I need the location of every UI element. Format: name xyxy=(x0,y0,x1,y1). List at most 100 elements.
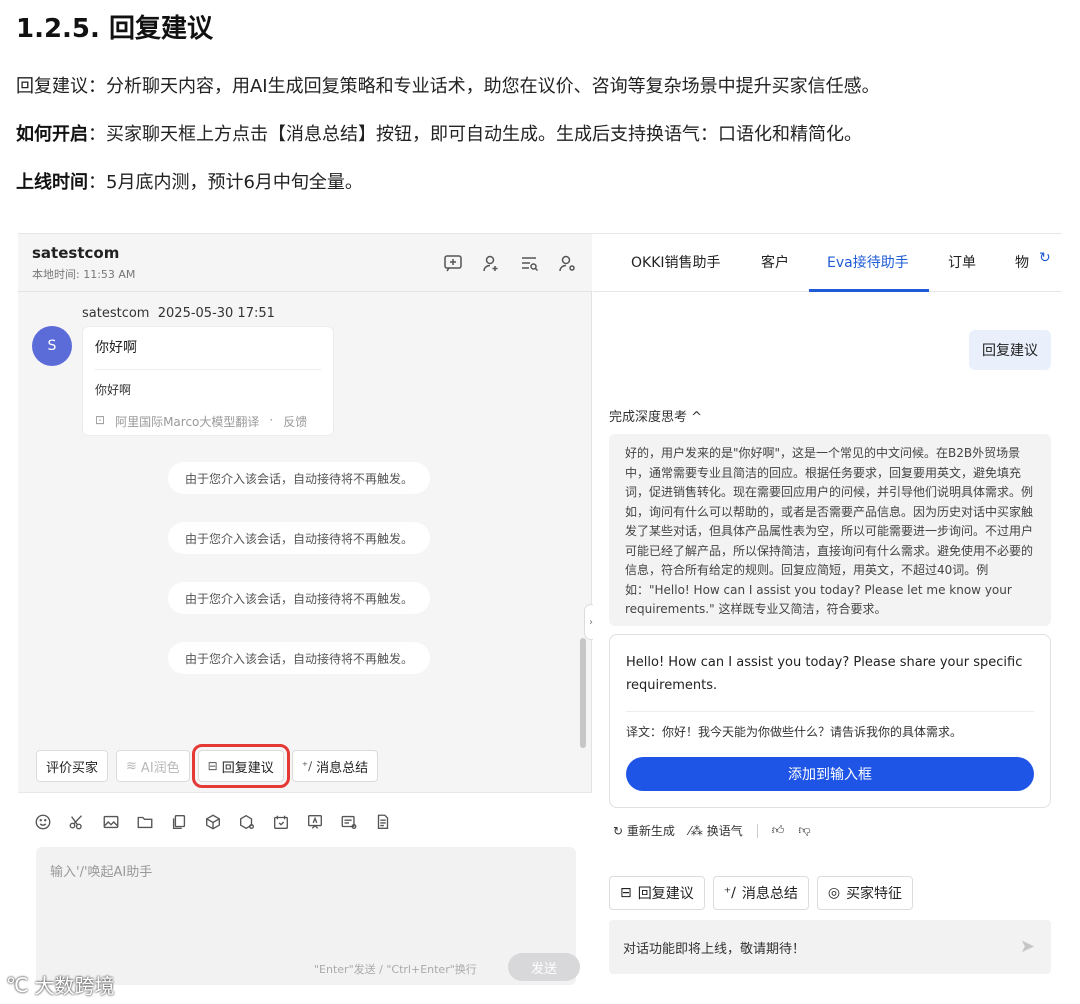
tools-separator xyxy=(756,823,758,838)
emoji-icon[interactable] xyxy=(32,811,54,833)
launch-time-label: 上线时间 xyxy=(16,172,88,193)
translate-icon: ⊡ xyxy=(95,413,106,427)
quote-settings-icon[interactable] xyxy=(338,811,360,833)
message-bubble: 你好啊 你好啊 ⊡ 阿里国际Marco大模型翻译 · 反馈 xyxy=(82,326,334,436)
add-message-icon[interactable] xyxy=(442,252,464,274)
message-timestamp: 2025-05-30 17:51 xyxy=(157,306,275,321)
ai-polish-button[interactable]: ≋ AI润色 xyxy=(116,750,190,782)
feedback-link[interactable]: 反馈 xyxy=(283,413,307,430)
reply-suggest-label: 回复建议 xyxy=(221,760,274,776)
watermark-logo-icon: ℃ xyxy=(6,972,29,997)
summary-button[interactable]: ⁺∕ 消息总结 xyxy=(291,750,379,782)
doc-title: 1.2.5. 回复建议 xyxy=(16,14,213,44)
ai-image-icon[interactable] xyxy=(304,811,326,833)
assistant-summary-button[interactable]: ⁺∕ 消息总结 xyxy=(712,876,809,910)
bubble-divider xyxy=(95,369,321,370)
thinking-toggle[interactable]: 完成深度思考 ^ xyxy=(609,406,702,425)
buyer-profile-label: 买家特征 xyxy=(846,886,903,902)
assistant-panel: OKKI销售助手 客户 Eva接待助手 订单 物 ↻ 回复建议 完成深度思考 ^… xyxy=(593,234,1062,993)
input-placeholder: 输入'/'唤起AI助手 xyxy=(50,865,153,880)
how-to-enable-label: 如何开启 xyxy=(16,124,88,145)
ai-polish-label: AI润色 xyxy=(140,760,180,776)
cube-icon[interactable] xyxy=(202,811,224,833)
chat-action-bar: 评价买家 ≋ AI润色 ⊟ 回复建议 ⁺∕ 消息总结 xyxy=(36,744,379,788)
tab-customer[interactable]: 客户 xyxy=(761,252,789,272)
tab-orders[interactable]: 订单 xyxy=(948,252,976,272)
system-notice: 由于您介入该会话，自动接待将不再触发。 xyxy=(168,582,430,614)
watermark: ℃ 大数跨境 xyxy=(6,970,114,999)
composer: 输入'/'唤起AI助手 "Enter"发送 / "Ctrl+Enter"换行 发… xyxy=(18,792,592,993)
send-button[interactable]: 发送 xyxy=(508,953,580,981)
avatar[interactable]: S xyxy=(32,326,72,366)
polish-icon: ≋ xyxy=(126,758,137,774)
system-notice: 由于您介入该会话，自动接待将不再触发。 xyxy=(168,462,430,494)
message-translation: 你好啊 xyxy=(95,383,132,397)
thinking-label: 完成深度思考 xyxy=(609,410,688,425)
reply-suggest-button[interactable]: ⊟ 回复建议 xyxy=(191,744,290,788)
watermark-text: 大数跨境 xyxy=(34,974,115,998)
chat-scrollbar[interactable] xyxy=(580,638,586,748)
how-to-enable-text: ：买家聊天框上方点击【消息总结】按钮，即可自动生成。生成后支持换语气：口语化和精… xyxy=(88,124,862,145)
doc-launch-time: 上线时间：5月底内测，预计6月中旬全量。 xyxy=(16,168,363,194)
reply-suggest-icon: ⊟ xyxy=(207,759,218,773)
composer-toolbar xyxy=(32,811,394,833)
assistant-input[interactable]: 对话功能即将上线，敬请期待！ ➤ xyxy=(609,920,1051,974)
message-sender: satestcom xyxy=(82,306,150,321)
wand-icon: ⁄⁂ xyxy=(688,824,703,838)
thumbs-down-icon[interactable]: 👎︎ xyxy=(798,823,810,838)
image-icon[interactable] xyxy=(100,811,122,833)
tab-eva-assistant[interactable]: Eva接待助手 xyxy=(827,252,909,272)
header-icon-bar xyxy=(442,252,578,274)
keyboard-hint: "Enter"发送 / "Ctrl+Enter"换行 xyxy=(314,963,477,976)
product-icon[interactable] xyxy=(236,811,258,833)
chat-panel: satestcom 本地时间: 11:53 AM satestcom 2025-… xyxy=(18,234,598,993)
tab-logistics[interactable]: 物 xyxy=(1015,252,1029,272)
regenerate-label: 重新生成 xyxy=(626,824,675,838)
message-text: 你好啊 xyxy=(95,340,137,356)
message-input[interactable]: 输入'/'唤起AI助手 "Enter"发送 / "Ctrl+Enter"换行 发… xyxy=(36,847,580,985)
system-notice: 由于您介入该会话，自动接待将不再触发。 xyxy=(168,642,430,674)
suggested-reply-card: Hello! How can I assist you today? Pleas… xyxy=(609,634,1051,808)
summary-label: 消息总结 xyxy=(316,760,369,776)
refresh-icon[interactable]: ↻ xyxy=(1039,250,1051,266)
add-contact-icon[interactable] xyxy=(480,252,502,274)
translator-label: 阿里国际Marco大模型翻译 xyxy=(115,415,260,429)
document-icon[interactable] xyxy=(372,811,394,833)
launch-time-text: ：5月底内测，预计6月中旬全量。 xyxy=(88,172,363,193)
copy-icon[interactable] xyxy=(168,811,190,833)
bubble-footer: ⊡ 阿里国际Marco大模型翻译 · 反馈 xyxy=(95,413,307,430)
rate-buyer-label: 评价买家 xyxy=(46,760,99,776)
add-to-input-button[interactable]: 添加到输入框 xyxy=(626,757,1034,791)
assistant-summary-label: 消息总结 xyxy=(741,886,798,902)
search-list-icon[interactable] xyxy=(518,252,540,274)
system-notice: 由于您介入该会话，自动接待将不再触发。 xyxy=(168,522,430,554)
assistant-reply-suggest-button[interactable]: ⊟ 回复建议 xyxy=(609,876,705,910)
active-tab-indicator xyxy=(809,289,929,292)
change-tone-button[interactable]: ⁄⁂ 换语气 xyxy=(689,822,743,839)
folder-icon[interactable] xyxy=(134,811,156,833)
send-arrow-icon[interactable]: ➤ xyxy=(1020,936,1035,957)
card-divider xyxy=(626,711,1034,712)
local-time: 本地时间: 11:53 AM xyxy=(32,268,136,281)
assistant-input-placeholder: 对话功能即将上线，敬请期待！ xyxy=(623,942,806,957)
message-meta: satestcom 2025-05-30 17:51 xyxy=(82,306,275,321)
buyer-profile-button[interactable]: ◎ 买家特征 xyxy=(816,876,914,910)
scissors-icon[interactable] xyxy=(66,811,88,833)
suggested-reply-translation: 译文：你好！我今天能为你做些什么？请告诉我你的具体需求。 xyxy=(626,725,963,739)
thinking-content: 好的，用户发来的是"你好啊"，这是一个常见的中文问候。在B2B外贸场景中，通常需… xyxy=(609,434,1051,626)
assistant-tabs: OKKI销售助手 客户 Eva接待助手 订单 物 ↻ xyxy=(593,234,1062,292)
user-settings-icon[interactable] xyxy=(556,252,578,274)
change-tone-label: 换语气 xyxy=(706,824,743,838)
tab-okki-sales[interactable]: OKKI销售助手 xyxy=(631,252,721,272)
calendar-icon[interactable] xyxy=(270,811,292,833)
rate-buyer-button[interactable]: 评价买家 xyxy=(36,750,109,782)
buyer-profile-icon: ◎ xyxy=(827,885,841,901)
assistant-action-bar: ⊟ 回复建议 ⁺∕ 消息总结 ◎ 买家特征 xyxy=(609,876,914,910)
chevron-up-icon: ^ xyxy=(691,410,703,425)
thumbs-up-icon[interactable]: 👍︎ xyxy=(772,823,785,838)
regenerate-button[interactable]: ↻ 重新生成 xyxy=(613,822,675,839)
dot-separator: · xyxy=(269,413,274,427)
chat-header: satestcom 本地时间: 11:53 AM xyxy=(18,234,592,292)
reply-tools: ↻ 重新生成 ⁄⁂ 换语气 👍︎ 👎︎ xyxy=(613,822,811,839)
contact-name: satestcom xyxy=(32,244,120,262)
